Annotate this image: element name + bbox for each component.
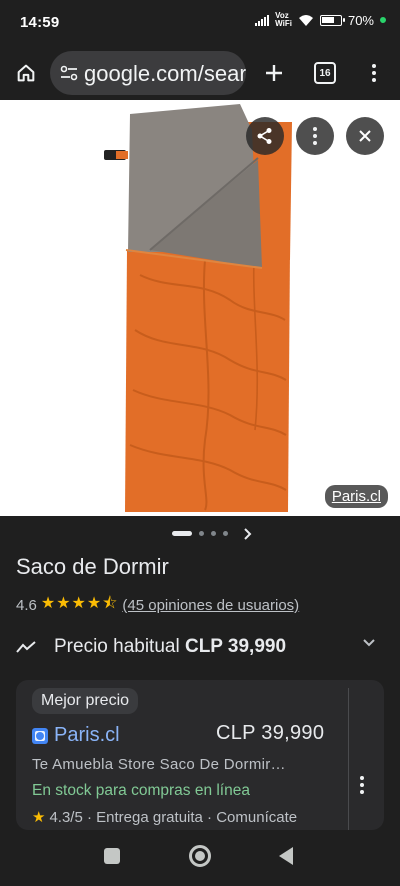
merchant-name[interactable]: Paris.cl bbox=[54, 724, 120, 747]
best-price-badge: Mejor precio bbox=[32, 688, 139, 714]
product-title: Saco de Dormir bbox=[16, 554, 169, 579]
price-label: Precio habitual bbox=[54, 636, 180, 657]
status-bar: 14:59 Voz WiFi 70% bbox=[0, 0, 400, 46]
rating-stars-icon: ★★★★⯪ bbox=[40, 595, 119, 612]
merchant-logo-icon bbox=[32, 727, 48, 744]
chevron-right-icon[interactable] bbox=[243, 527, 253, 541]
system-nav-bar bbox=[0, 830, 400, 886]
price-value: CLP 39,990 bbox=[184, 636, 287, 657]
signal-icon bbox=[255, 14, 270, 26]
home-icon bbox=[17, 64, 35, 82]
back-icon[interactable] bbox=[279, 847, 293, 865]
offer-meta: ★ 4.3/5 · Entrega gratuita · Comunícate bbox=[32, 808, 298, 827]
product-image-viewer[interactable]: Paris.cl bbox=[0, 100, 400, 516]
site-settings-icon[interactable] bbox=[60, 65, 78, 81]
wifi-icon bbox=[298, 14, 313, 26]
close-button[interactable] bbox=[346, 117, 384, 155]
star-icon: ★ bbox=[32, 809, 46, 826]
image-carousel-indicator[interactable] bbox=[0, 516, 400, 552]
new-tab-button[interactable] bbox=[260, 59, 288, 87]
more-vert-icon[interactable] bbox=[360, 776, 364, 794]
status-time: 14:59 bbox=[20, 14, 60, 31]
battery-percent: 70% bbox=[347, 12, 374, 28]
more-options-button[interactable] bbox=[296, 117, 334, 155]
carousel-dot[interactable] bbox=[199, 531, 204, 536]
reviews-link[interactable]: (45 opiniones de usuarios) bbox=[122, 597, 299, 614]
battery-icon bbox=[319, 14, 345, 26]
status-indicators: Voz WiFi 70% bbox=[255, 12, 386, 28]
carousel-dot-active[interactable] bbox=[172, 531, 192, 536]
carousel-dot[interactable] bbox=[223, 531, 228, 536]
share-icon bbox=[257, 128, 272, 144]
price-row[interactable]: Precio habitual CLP 39,990 bbox=[16, 632, 384, 662]
network-label: Voz WiFi bbox=[275, 11, 292, 28]
plus-icon bbox=[266, 65, 282, 81]
share-button[interactable] bbox=[246, 117, 284, 155]
recents-icon[interactable] bbox=[104, 848, 120, 864]
offer-price: CLP 39,990 bbox=[216, 722, 325, 744]
merchant[interactable]: Paris.cl bbox=[32, 724, 120, 747]
stock-status: En stock para compras en línea bbox=[32, 782, 250, 799]
price-label-group: Precio habitual CLP 39,990 bbox=[54, 636, 286, 658]
product-image bbox=[104, 104, 292, 512]
tab-switcher-icon[interactable]: 16 bbox=[314, 62, 336, 84]
address-bar[interactable]: google.com/search bbox=[50, 51, 246, 95]
browser-toolbar: google.com/search 16 bbox=[0, 46, 400, 100]
close-icon bbox=[359, 130, 371, 142]
offer-meta-text: 4.3/5 · Entrega gratuita · Comunícate bbox=[49, 808, 298, 826]
home-nav-icon[interactable] bbox=[189, 845, 211, 867]
divider bbox=[348, 688, 349, 830]
offer-card[interactable]: Mejor precio Paris.cl CLP 39,990 Te Amue… bbox=[16, 680, 384, 830]
offer-description: Te Amuebla Store Saco De Dormir… bbox=[32, 756, 286, 773]
more-vert-icon bbox=[313, 127, 317, 145]
home-button[interactable] bbox=[12, 59, 40, 87]
image-source-link[interactable]: Paris.cl bbox=[324, 485, 388, 508]
trending-icon bbox=[16, 641, 36, 653]
carousel-dot[interactable] bbox=[211, 531, 216, 536]
menu-icon[interactable] bbox=[364, 59, 384, 87]
chevron-down-icon[interactable] bbox=[362, 638, 376, 648]
privacy-indicator-icon bbox=[380, 17, 386, 23]
rating-row: 4.6 ★★★★⯪ (45 opiniones de usuarios) bbox=[16, 592, 299, 619]
url-text: google.com/search bbox=[84, 61, 246, 86]
rating-value: 4.6 bbox=[16, 597, 37, 614]
